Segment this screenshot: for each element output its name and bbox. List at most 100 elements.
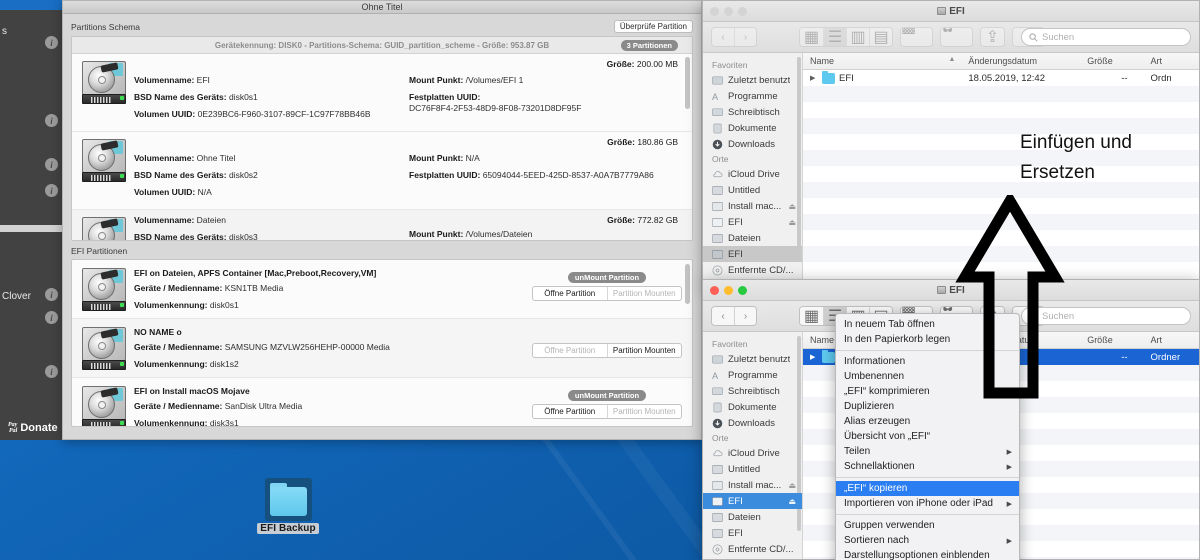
nav-buttons[interactable]: ‹ › xyxy=(711,27,757,47)
sidebar-item-efi-1[interactable]: EFI ⏏ xyxy=(703,214,802,230)
sidebar-item-efi-1[interactable]: EFI ⏏ xyxy=(703,493,802,509)
share-icon[interactable]: ⇪ xyxy=(981,28,1004,46)
sidebar-item-icloud-drive[interactable]: iCloud Drive xyxy=(703,166,802,182)
clock-icon xyxy=(712,76,723,84)
eject-icon[interactable]: ⏏ xyxy=(788,218,796,227)
sidebar-item-remote-disc[interactable]: Entfernte CD/... xyxy=(703,262,802,278)
table-row[interactable]: Volumenname: EFI BSD Name des Geräts: di… xyxy=(72,54,692,132)
sidebar-item-untitled[interactable]: Untitled xyxy=(703,182,802,198)
value-mount-point: /Volumes/EFI 1 xyxy=(465,75,524,85)
forward-icon[interactable]: › xyxy=(734,28,756,46)
window-titlebar[interactable]: Ohne Titel xyxy=(63,1,701,14)
group-by-button[interactable]: ▩ ⌄ xyxy=(900,27,933,47)
share-button[interactable]: ⇪ xyxy=(980,27,1005,47)
desktop-icon xyxy=(712,108,723,116)
sidebar-item-dateien[interactable]: Dateien xyxy=(703,509,802,525)
value-bsd-name: disk0s1 xyxy=(228,92,258,102)
view-mode-group[interactable]: ▦ ☰ ▥ ▤ xyxy=(799,27,893,47)
list-view-icon[interactable]: ☰ xyxy=(823,28,846,46)
column-header-size[interactable]: Größe xyxy=(1080,335,1143,345)
menu-item-quick-actions[interactable]: Schnellaktionen ▶ xyxy=(836,459,1019,474)
info-icon-4[interactable]: i xyxy=(45,184,58,197)
open-partition-button[interactable]: Öffne Partition xyxy=(533,287,607,300)
info-icon-7[interactable]: i xyxy=(45,365,58,378)
hard-disk-icon xyxy=(80,268,128,312)
external-disk-icon xyxy=(712,217,723,227)
sidebar-item-untitled[interactable]: Untitled xyxy=(703,461,802,477)
donate-button[interactable]: Pay Pal Donate xyxy=(8,422,58,434)
action-menu-button[interactable]: ✿ ⌄ xyxy=(940,27,973,47)
column-header-kind[interactable]: Art xyxy=(1144,56,1199,66)
finder-back-titlebar[interactable]: EFI xyxy=(703,1,1199,22)
column-header-kind[interactable]: Art xyxy=(1144,335,1199,345)
info-icon-1[interactable]: i xyxy=(45,36,58,49)
menu-item-duplicate[interactable]: Duplizieren xyxy=(836,399,1019,414)
back-icon[interactable]: ‹ xyxy=(712,307,734,325)
search-input[interactable]: Suchen xyxy=(1021,28,1191,46)
info-icon-2[interactable]: i xyxy=(45,114,58,127)
value-volume-uuid: N/A xyxy=(197,187,212,197)
menu-item-use-groups[interactable]: Gruppen verwenden xyxy=(836,518,1019,533)
finder-front-titlebar[interactable]: EFI xyxy=(703,280,1199,301)
forward-icon[interactable]: › xyxy=(734,307,756,325)
disclosure-triangle-icon[interactable]: ▶ xyxy=(810,353,818,361)
table-row[interactable]: ▶ EFI 18.05.2019, 12:42 -- Ordn xyxy=(803,70,1199,86)
sidebar-item-recents[interactable]: Zuletzt benutzt xyxy=(703,351,802,367)
desktop-icon-label: EFI Backup xyxy=(257,523,319,534)
sidebar-item-desktop[interactable]: Schreibtisch xyxy=(703,383,802,399)
menu-item-make-alias[interactable]: Alias erzeugen xyxy=(836,414,1019,429)
disk-icon xyxy=(712,464,723,474)
sidebar-item-recents[interactable]: Zuletzt benutzt xyxy=(703,72,802,88)
column-header-size[interactable]: Größe xyxy=(1080,56,1143,66)
group-icon[interactable]: ▩ ⌄ xyxy=(901,28,932,46)
sidebar-item-applications[interactable]: A Programme xyxy=(703,367,802,383)
sidebar-item-efi-2[interactable]: EFI xyxy=(703,525,802,541)
sidebar-item-desktop[interactable]: Schreibtisch xyxy=(703,104,802,120)
list-item[interactable]: EFI on Install macOS Mojave Geräte / Med… xyxy=(72,378,692,426)
table-row[interactable]: Volumenname: Ohne Titel BSD Name des Ger… xyxy=(72,132,692,210)
nav-buttons[interactable]: ‹ › xyxy=(711,306,757,326)
verify-partition-button[interactable]: Überprüfe Partition xyxy=(613,20,693,33)
icon-view-icon[interactable]: ▦ xyxy=(800,28,823,46)
optical-disc-icon xyxy=(712,265,723,275)
desktop-icon-efi-backup[interactable]: EFI Backup xyxy=(257,478,319,534)
sidebar-item-icloud-drive[interactable]: iCloud Drive xyxy=(703,445,802,461)
column-view-icon[interactable]: ▥ xyxy=(846,28,869,46)
info-icon-5[interactable]: i xyxy=(45,288,58,301)
column-header-name[interactable]: Name ▲ xyxy=(803,56,961,66)
eject-icon[interactable]: ⏏ xyxy=(788,202,796,211)
sidebar-item-documents[interactable]: Dokumente xyxy=(703,120,802,136)
list-item[interactable]: NO NAME o Geräte / Medienname: SAMSUNG M… xyxy=(72,319,692,378)
mount-partition-button[interactable]: Partition Mounten xyxy=(606,344,682,357)
disclosure-triangle-icon[interactable]: ▶ xyxy=(810,74,818,82)
info-icon-3[interactable]: i xyxy=(45,158,58,171)
menu-item-share[interactable]: Teilen ▶ xyxy=(836,444,1019,459)
eject-icon[interactable]: ⏏ xyxy=(788,481,796,490)
sidebar-item-documents[interactable]: Dokumente xyxy=(703,399,802,415)
sidebar-item-efi-2[interactable]: EFI xyxy=(703,246,802,262)
menu-item-sort-by[interactable]: Sortieren nach ▶ xyxy=(836,533,1019,548)
sidebar-item-remote-disc[interactable]: Entfernte CD/... xyxy=(703,541,802,557)
column-header-date[interactable]: Änderungsdatum xyxy=(961,56,1080,66)
icon-view-icon[interactable]: ▦ xyxy=(800,307,823,325)
finder-back-toolbar: ‹ › ▦ ☰ ▥ ▤ ▩ ⌄ ✿ ⌄ ⇪ ⬭ Suc xyxy=(703,22,1199,53)
menu-item-show-view-options[interactable]: Darstellungsoptionen einblenden xyxy=(836,548,1019,560)
gear-icon[interactable]: ✿ ⌄ xyxy=(941,28,972,46)
info-icon-6[interactable]: i xyxy=(45,311,58,324)
menu-item-quick-look[interactable]: Übersicht von „EFI“ xyxy=(836,429,1019,444)
table-row[interactable]: Volumenname: Dateien BSD Name des Geräts… xyxy=(72,210,692,240)
eject-icon[interactable]: ⏏ xyxy=(788,497,796,506)
sidebar-item-applications[interactable]: A Programme xyxy=(703,88,802,104)
menu-item-import-from-iphone[interactable]: Importieren von iPhone oder iPad ▶ xyxy=(836,496,1019,511)
partition-count-badge: 3 Partitionen xyxy=(620,40,678,51)
sidebar-item-install-mac[interactable]: Install mac... ⏏ xyxy=(703,477,802,493)
gallery-view-icon[interactable]: ▤ xyxy=(869,28,892,46)
menu-item-copy[interactable]: „EFI“ kopieren xyxy=(836,481,1019,496)
sidebar-item-install-mac[interactable]: Install mac... ⏏ xyxy=(703,198,802,214)
list-item[interactable]: EFI on Dateien, APFS Container [Mac,Preb… xyxy=(72,260,692,319)
back-icon[interactable]: ‹ xyxy=(712,28,734,46)
sidebar-item-downloads[interactable]: Downloads xyxy=(703,136,802,152)
sidebar-item-dateien[interactable]: Dateien xyxy=(703,230,802,246)
sidebar-item-downloads[interactable]: Downloads xyxy=(703,415,802,431)
open-partition-button[interactable]: Öffne Partition xyxy=(533,405,607,418)
